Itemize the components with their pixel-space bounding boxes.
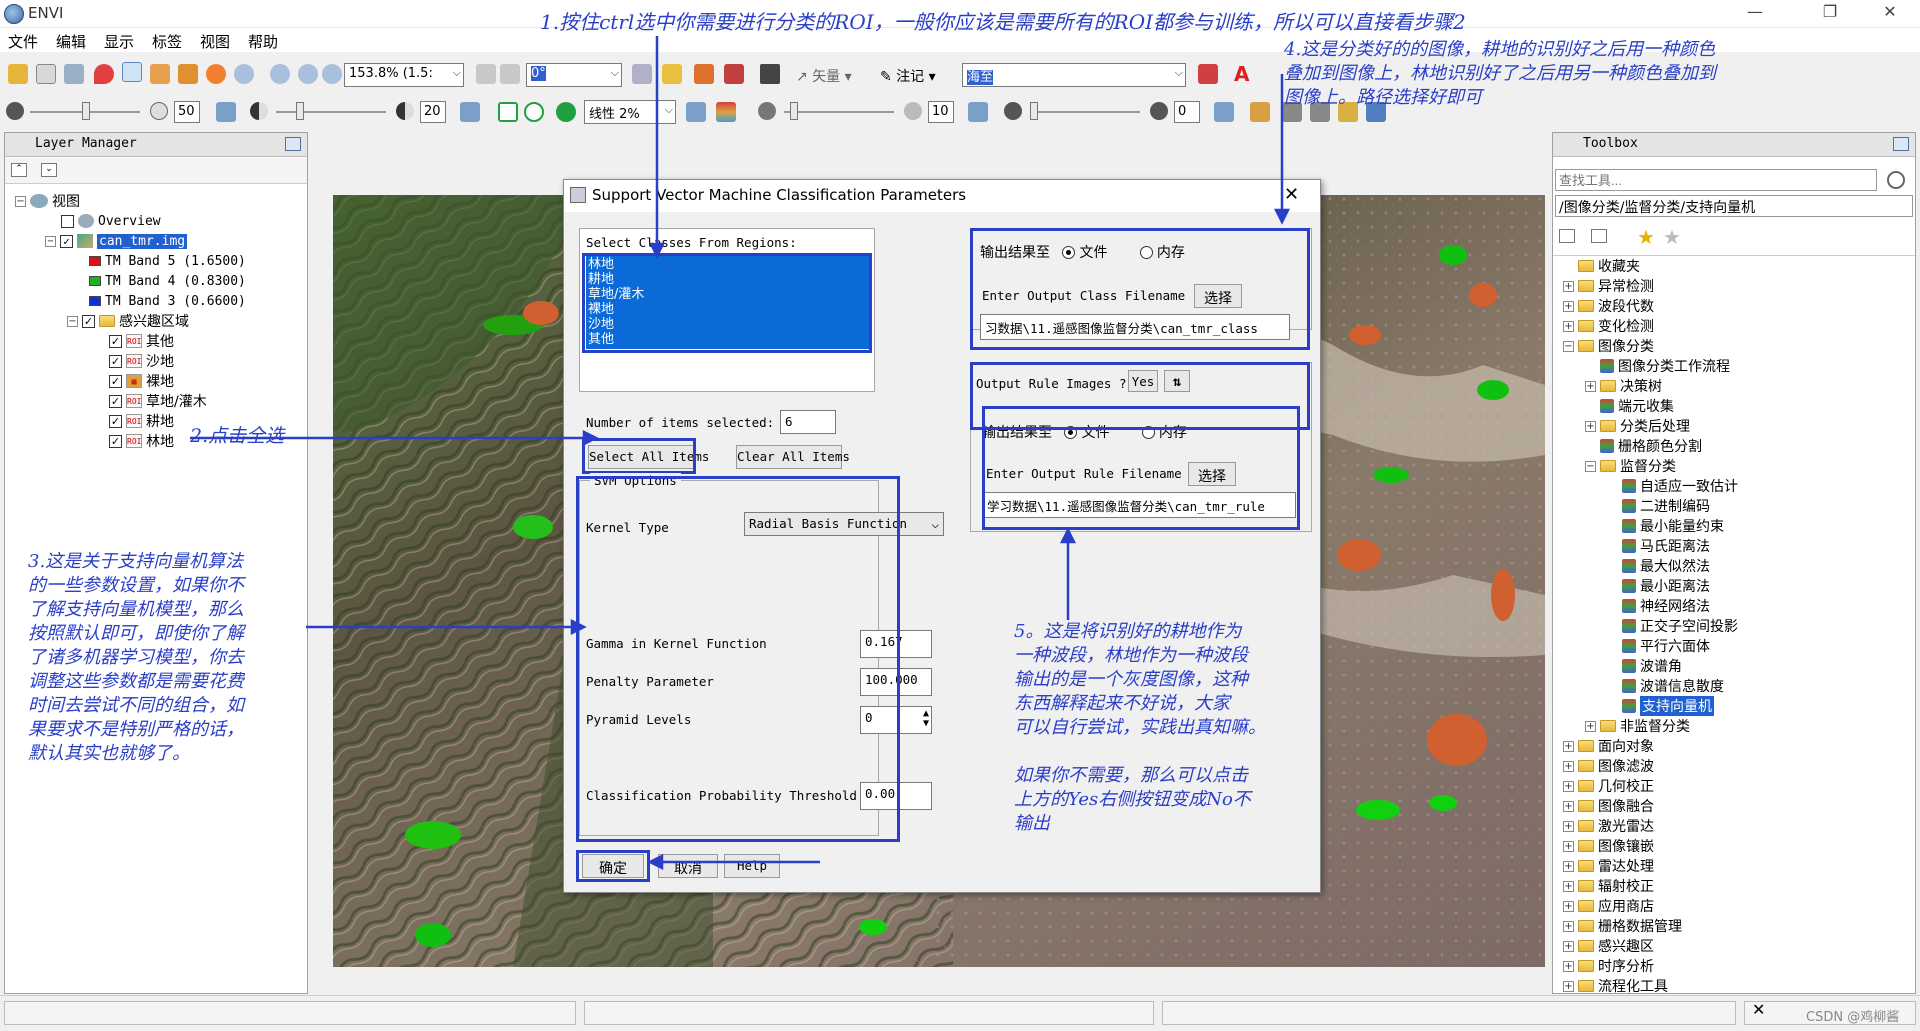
watermark: CSDN @鸡柳酱 (1806, 1010, 1900, 1025)
status-close-icon[interactable]: ✕ (1752, 1000, 1765, 1019)
annotation-arrows (190, 36, 1291, 871)
status-cell-3 (1162, 1001, 1736, 1025)
status-cell-1 (4, 1001, 576, 1025)
status-bar: ✕ CSDN @鸡柳酱 (0, 995, 1920, 1031)
status-cell-2 (584, 1001, 1154, 1025)
